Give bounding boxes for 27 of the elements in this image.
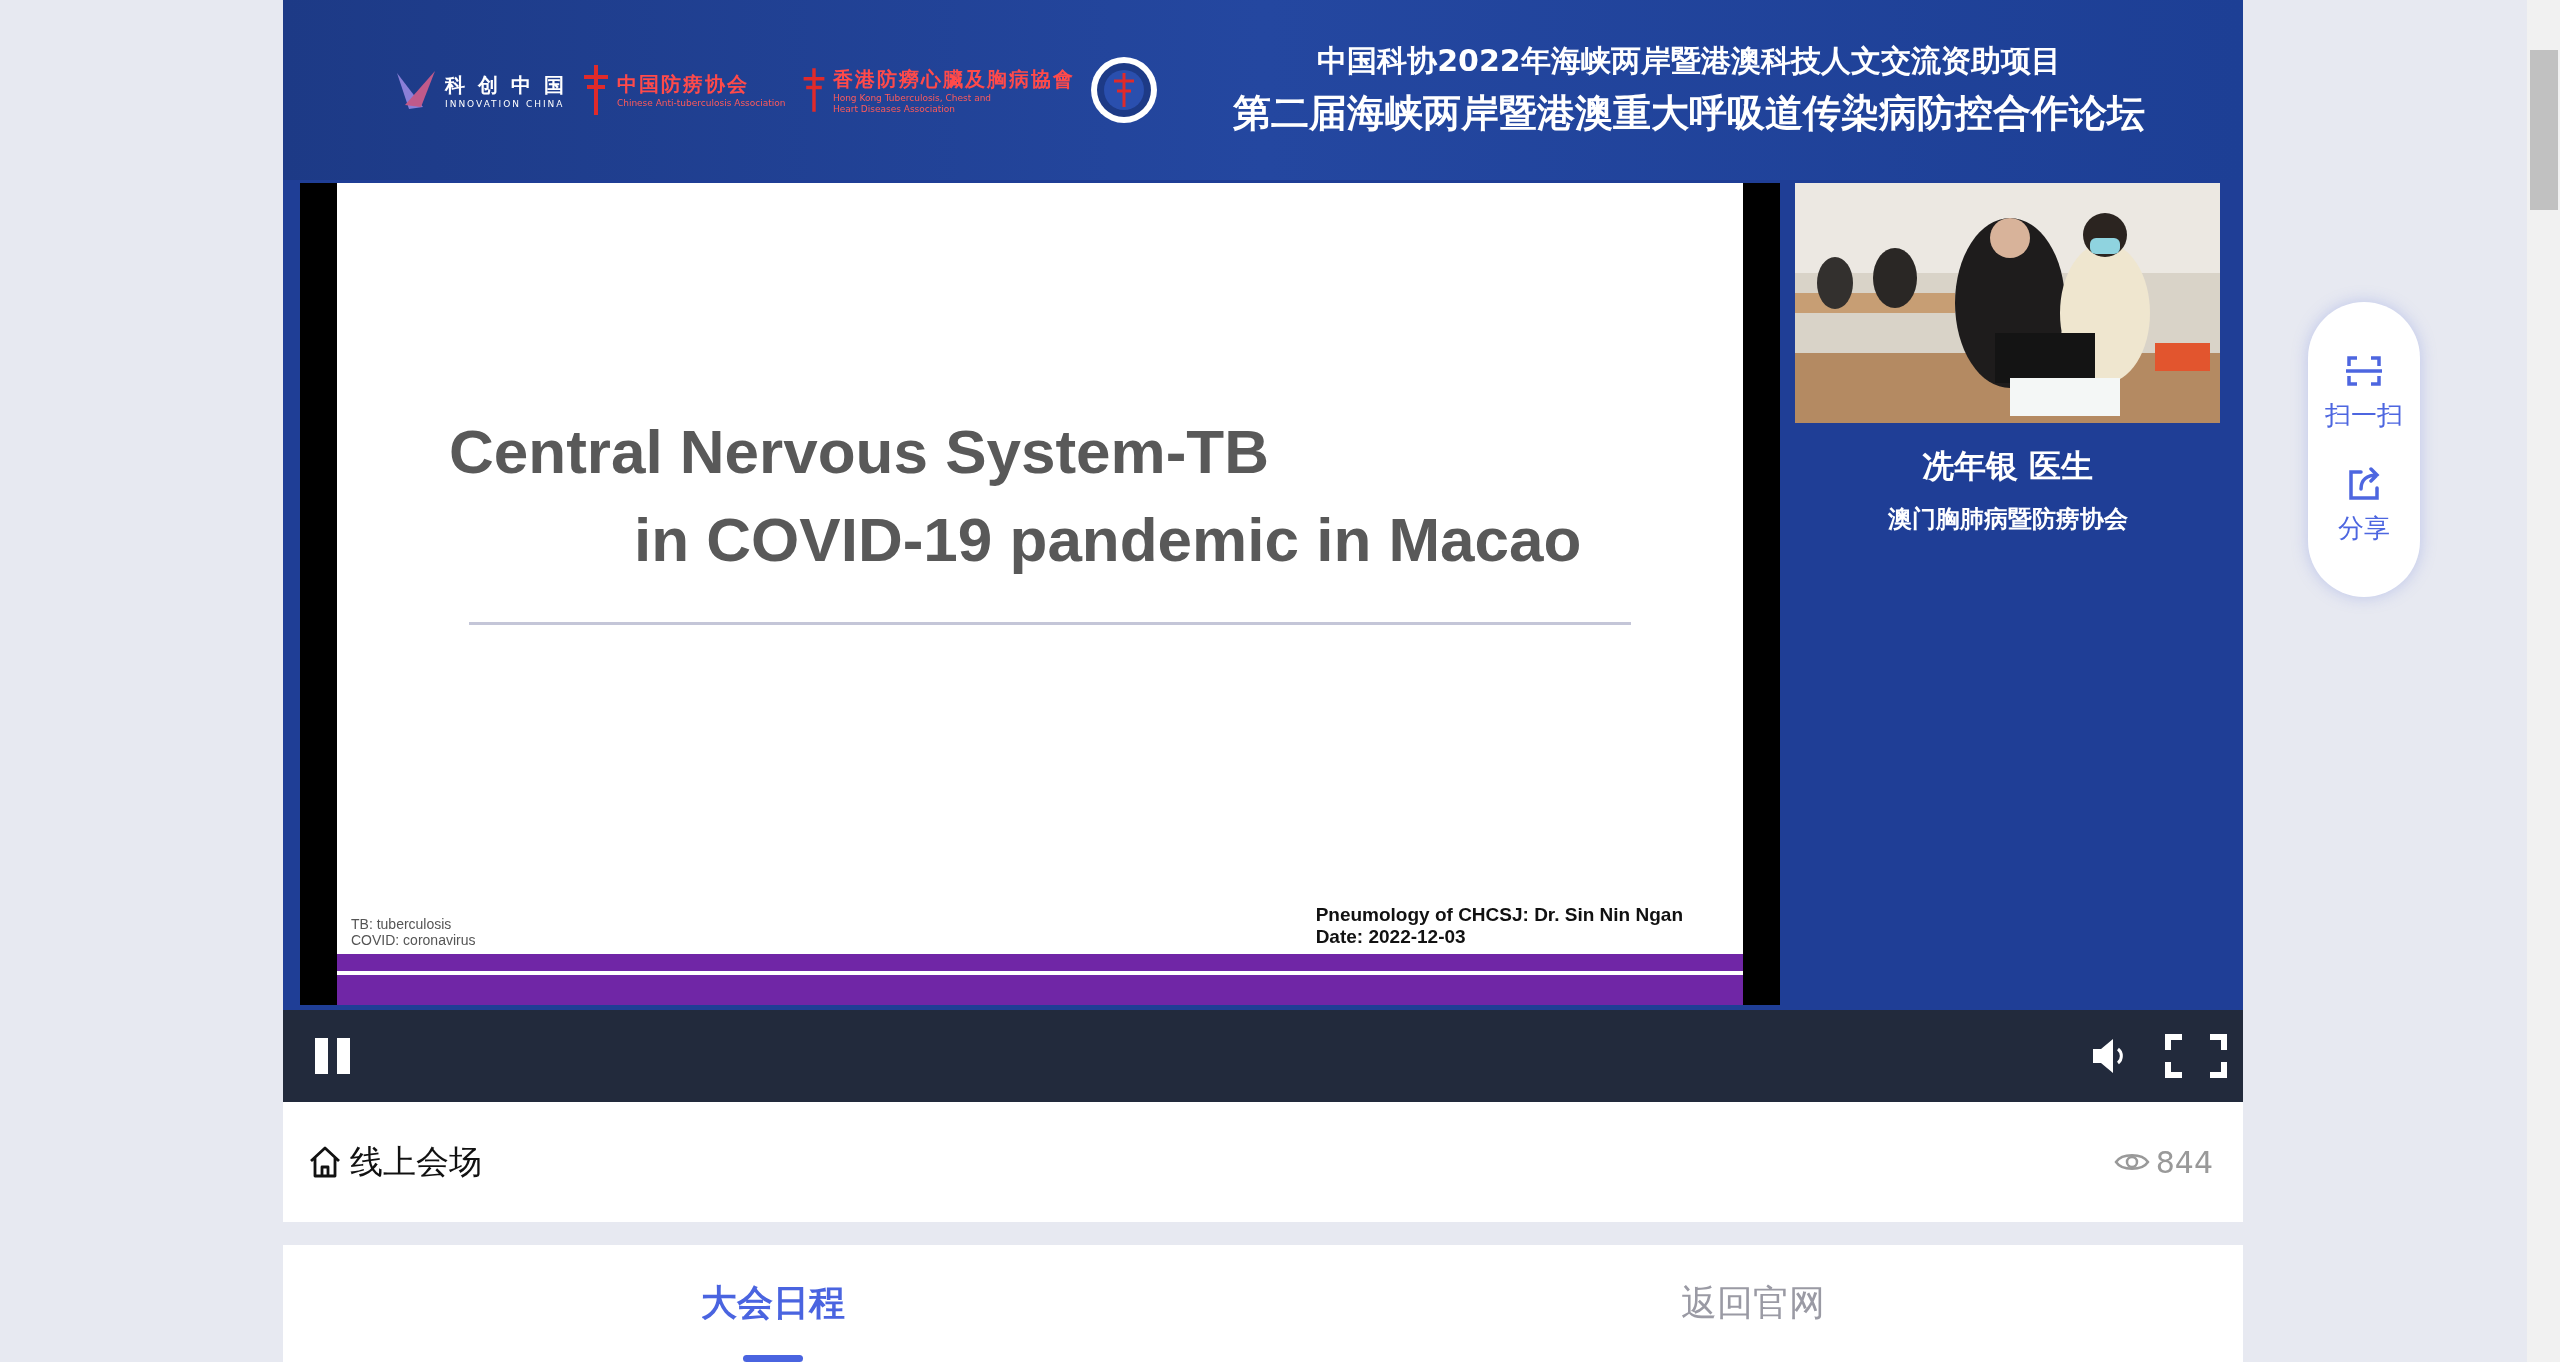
slide-note: TB: tuberculosis: [351, 916, 453, 932]
view-count: 844: [2155, 1144, 2213, 1180]
banner-subtitle: 第二届海峡两岸暨港澳重大呼吸道传染病防控合作论坛: [1232, 90, 2145, 137]
speaker-name: 冼年银 医生: [1921, 446, 2094, 487]
slide-title: in COVID-19 pandemic in Macao: [633, 504, 1583, 576]
logo-subtitle: Hong Kong Tuberculosis, Chest and Heart Diseases Association: [832, 92, 993, 115]
logo-title: 香港防癆心臟及胸病協會: [832, 65, 1075, 93]
banner-title: 中国科协2022年海峡两岸暨港澳科技人文交流资助项目: [1317, 42, 2061, 80]
slide-credit: Date: 2022-12-03: [1315, 926, 1467, 948]
scrollbar[interactable]: [2527, 0, 2560, 1362]
logo-subtitle: INNOVATION CHINA: [445, 98, 566, 109]
seal-logo-icon: [1088, 55, 1159, 125]
pause-icon[interactable]: [313, 1036, 353, 1076]
scan-icon: [2346, 353, 2382, 388]
slide-credit: Pneumology of CHCSJ: Dr. Sin Nin Ngan: [1315, 904, 1683, 926]
share-icon: [2347, 466, 2381, 501]
venue-label: 线上会场: [350, 1140, 482, 1183]
logo-title: 科 创 中 国: [445, 71, 567, 99]
menu-button[interactable]: 分享: [2338, 466, 2390, 546]
logo-subtitle: Chinese Anti-tuberculosis Association: [616, 98, 787, 109]
slide-note: COVID: coronavirus: [351, 932, 476, 948]
slide-title: Central Nervous System-TB: [449, 416, 1271, 488]
speaker-organization: 澳门胸肺病暨防痨协会: [1887, 504, 2128, 535]
menu-button[interactable]: 扫一扫: [2325, 353, 2403, 433]
fullscreen-icon[interactable]: [2165, 1034, 2227, 1078]
home-icon: [308, 1145, 342, 1179]
logo-title: 中国防痨协会: [616, 71, 750, 99]
